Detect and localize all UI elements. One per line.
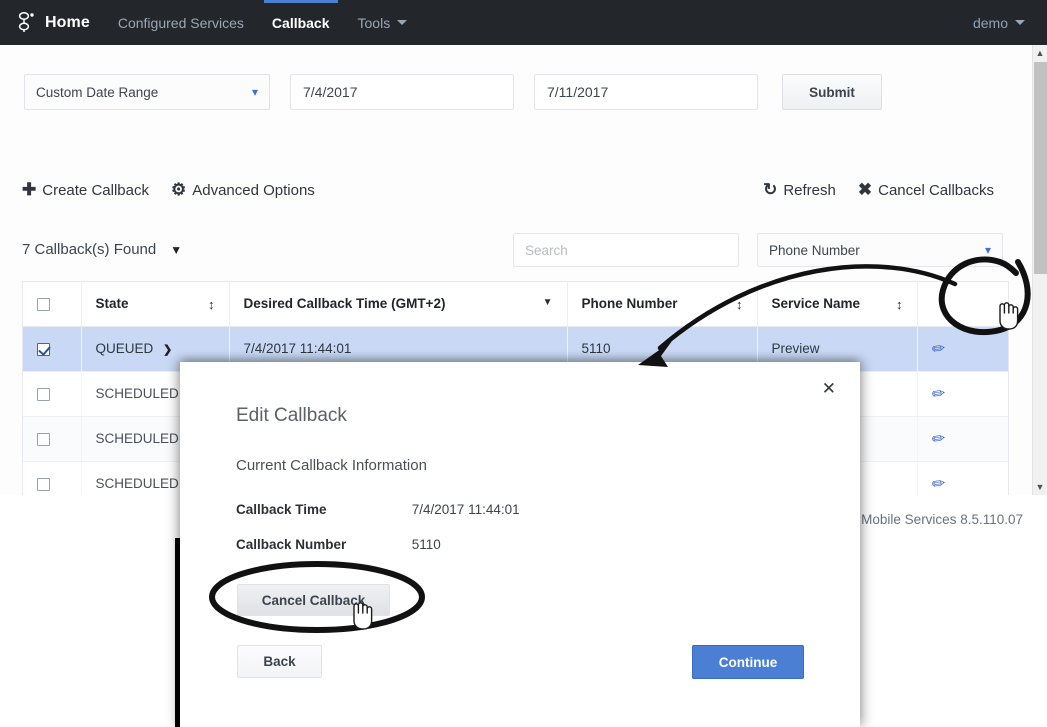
version-footer: sys Mobile Services 8.5.110.07 [837,512,1023,527]
field-label: Callback Number [236,537,347,552]
row-checkbox[interactable] [37,432,50,446]
search-input[interactable] [513,233,739,267]
edit-callback-modal: ✕ Edit Callback Current Callback Informa… [180,362,860,727]
primary-actions: ✚ Create Callback ⚙ Advanced Options [22,180,337,200]
sort-both-icon[interactable] [896,298,903,312]
select-all-checkbox[interactable] [37,298,50,312]
top-navigation-bar: Home Configured Services Callback Tools … [0,0,1047,45]
field-label: Callback Time [236,502,327,517]
field-value: 5110 [411,537,441,552]
row-state-label: QUEUED [95,341,154,356]
sort-both-icon[interactable] [208,298,215,312]
search-filter-value: Phone Number [769,242,860,258]
chevron-down-icon [1015,20,1025,25]
table-header-phone-number[interactable]: Phone Number [567,282,758,327]
pencil-icon[interactable]: ✏ [930,338,946,360]
plus-icon: ✚ [22,180,37,199]
table-header-select-all[interactable] [23,282,82,327]
chevron-down-icon [397,20,408,25]
nav-item-home[interactable]: Home [45,14,90,32]
nav-item-configured-services[interactable]: Configured Services [118,0,244,45]
search-area: Phone Number ▾ [513,233,1003,267]
cancel-callbacks-label: Cancel Callbacks [878,181,994,199]
start-date-input[interactable] [290,74,514,110]
sort-both-icon[interactable] [736,298,743,312]
search-filter-select[interactable]: Phone Number ▾ [757,233,1003,267]
modal-subtitle: Current Callback Information [236,457,427,474]
callback-time-row: Callback Time 7/4/2017 11:44:01 [236,502,520,517]
refresh-action[interactable]: ↻ Refresh [763,180,836,200]
table-header-label: State [95,295,129,311]
user-menu-label: demo [972,14,1008,31]
nav-item-label: Callback [271,14,330,31]
triangle-down-icon[interactable]: ▼ [170,243,182,257]
row-edit-cell[interactable]: ✏ [917,371,1008,417]
end-date-input[interactable] [534,74,758,110]
scroll-down-arrow-icon[interactable]: ▼ [1033,479,1047,495]
table-header-state[interactable]: State [81,282,230,327]
table-header-label: Desired Callback Time (GMT+2) [243,296,446,312]
continue-button[interactable]: Continue [692,645,804,679]
results-count-label: 7 Callback(s) Found [22,241,157,258]
row-checkbox[interactable] [37,477,50,491]
row-select-cell[interactable] [23,326,82,372]
refresh-label: Refresh [783,181,836,199]
scroll-up-arrow-icon[interactable]: ▲ [1033,45,1047,61]
cancel-callbacks-action[interactable]: ✖ Cancel Callbacks [858,180,994,200]
app-root: Home Configured Services Callback Tools … [0,0,1047,727]
row-select-cell[interactable] [23,371,82,417]
date-range-select-value: Custom Date Range [36,84,159,100]
back-button[interactable]: Back [237,645,322,678]
pencil-icon[interactable]: ✏ [930,473,946,495]
refresh-icon: ↻ [763,180,778,199]
close-icon[interactable]: ✕ [822,380,836,397]
row-edit-cell[interactable]: ✏ [917,416,1008,462]
nav-item-tools[interactable]: Tools [358,0,408,45]
modal-title: Edit Callback [236,405,347,426]
chevron-down-icon: ▾ [984,243,991,257]
chevron-down-icon: ▾ [251,85,258,99]
row-edit-cell[interactable]: ✏ [917,326,1008,372]
row-select-cell[interactable] [23,416,82,462]
create-callback-action[interactable]: ✚ Create Callback [22,180,149,200]
table-header-service-name[interactable]: Service Name [757,282,918,327]
filter-row: Custom Date Range ▾ Submit [24,74,882,110]
nav-item-callback[interactable]: Callback [263,0,338,45]
callback-number-row: Callback Number 5110 [236,537,441,552]
date-range-select[interactable]: Custom Date Range ▾ [24,74,270,110]
cancel-callback-button[interactable]: Cancel Callback [237,584,390,616]
table-header-desired-callback-time[interactable]: Desired Callback Time (GMT+2) ▼ [229,282,568,327]
table-header-label: Phone Number [581,295,678,311]
table-header-row: State Desired Callback Time (GMT+2) ▼ Ph… [23,282,1008,327]
advanced-options-action[interactable]: ⚙ Advanced Options [171,180,315,200]
x-mark-icon: ✖ [857,180,873,199]
submit-button[interactable]: Submit [782,74,882,110]
gear-icon: ⚙ [170,180,187,199]
vscroll-thumb[interactable] [1034,62,1047,274]
create-callback-label: Create Callback [42,181,149,199]
advanced-options-label: Advanced Options [192,181,315,199]
table-header-label: Service Name [771,295,861,311]
user-menu[interactable]: demo [973,15,1025,31]
chevron-down-icon[interactable]: ❯ [163,343,172,356]
table-header-actions [917,282,1008,327]
nav-item-label: Tools [357,14,391,31]
nav-item-label: Configured Services [117,14,244,31]
results-count-row[interactable]: 7 Callback(s) Found ▼ [22,241,182,258]
secondary-actions: ↻ Refresh ✖ Cancel Callbacks [741,180,994,200]
page-vertical-scrollbar[interactable]: ▲ ▼ [1032,45,1047,495]
field-value: 7/4/2017 11:44:01 [411,502,520,517]
row-checkbox[interactable] [37,342,50,356]
sort-desc-icon[interactable]: ▼ [543,298,553,308]
genesys-logo-icon [16,11,38,35]
pencil-icon[interactable]: ✏ [930,383,946,405]
pencil-icon[interactable]: ✏ [930,428,946,450]
row-checkbox[interactable] [37,387,50,401]
